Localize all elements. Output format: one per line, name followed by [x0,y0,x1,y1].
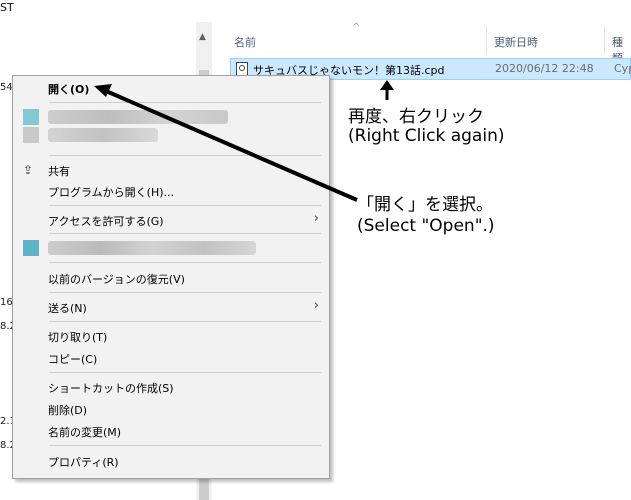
arrow-to-file [380,80,394,100]
annotation-arrows [94,80,394,202]
arrow-to-open [94,84,358,202]
